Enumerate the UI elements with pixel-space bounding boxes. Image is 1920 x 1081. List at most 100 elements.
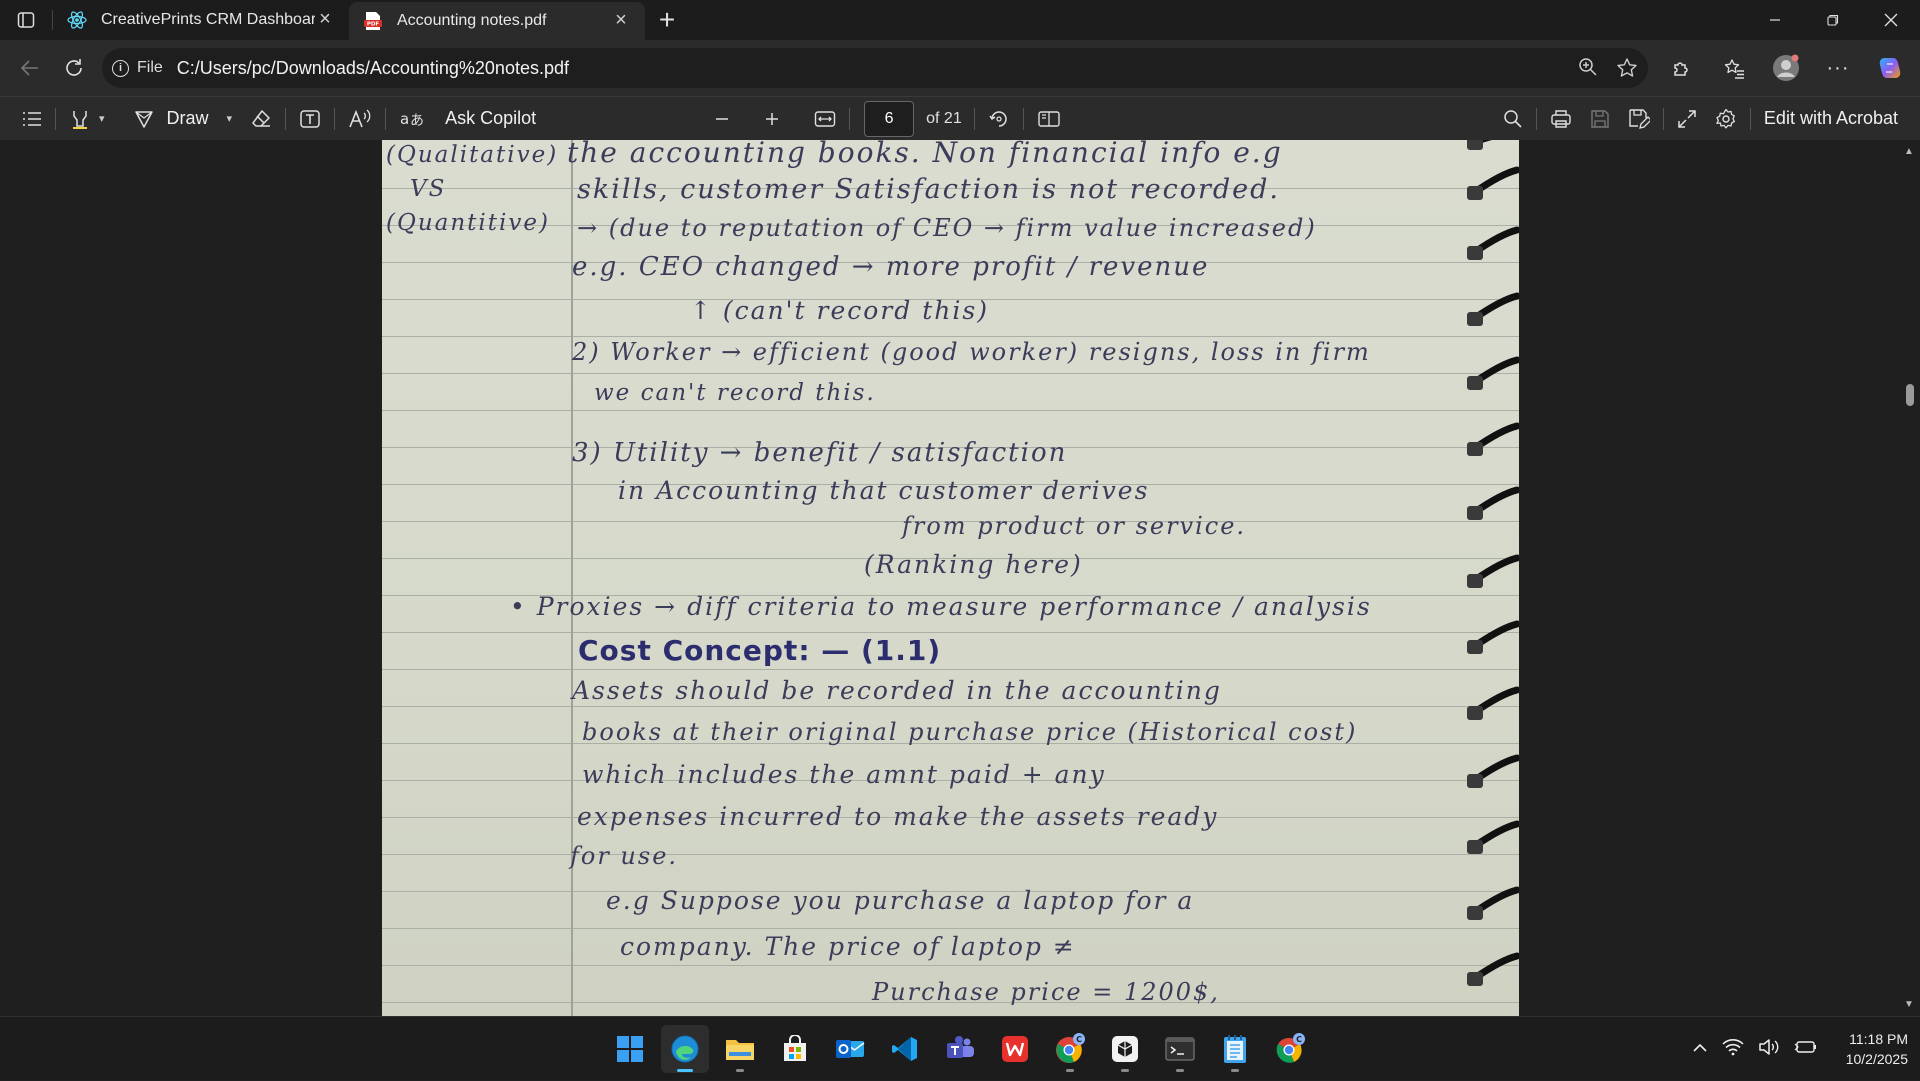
page-number-input[interactable]: 6 <box>864 100 915 137</box>
table-of-contents-icon <box>23 111 41 126</box>
taskbar-terminal[interactable] <box>1156 1025 1204 1073</box>
wifi-icon[interactable] <box>1722 1038 1744 1061</box>
url-text[interactable]: C:/Users/pc/Downloads/Accounting%20notes… <box>177 58 1578 79</box>
minimize-button[interactable] <box>1746 0 1804 40</box>
tab-title: CreativePrints CRM Dashboard <box>101 11 315 28</box>
read-aloud-button[interactable] <box>339 101 381 137</box>
translate-button[interactable]: aあ <box>390 101 432 137</box>
volume-icon[interactable] <box>1758 1038 1780 1061</box>
plus-icon: + <box>658 4 676 35</box>
note-line: 3) Utility → benefit / satisfaction <box>572 438 1068 468</box>
fit-width-icon <box>814 110 836 127</box>
zoom-icon[interactable] <box>1578 57 1598 77</box>
expand-icon <box>1678 109 1696 128</box>
ask-copilot-button[interactable]: Ask Copilot <box>436 101 545 137</box>
pdf-settings-button[interactable] <box>1706 101 1746 137</box>
browser-actions: ··· <box>1660 48 1912 88</box>
print-button[interactable] <box>1541 101 1581 137</box>
full-screen-button[interactable] <box>1668 101 1706 137</box>
zoom-out-button[interactable] <box>705 101 739 137</box>
taskbar-file-explorer[interactable] <box>716 1025 764 1073</box>
extensions-button[interactable] <box>1660 48 1704 88</box>
taskbar-wps[interactable] <box>991 1025 1039 1073</box>
separator <box>334 107 336 130</box>
chevron-down-icon[interactable]: ▾ <box>99 112 105 125</box>
fit-to-width-button[interactable] <box>805 101 845 137</box>
system-tray: 11:18 PM 10/2/2025 <box>1692 1017 1908 1081</box>
scroll-down-arrow-icon[interactable]: ▼ <box>1904 999 1914 1010</box>
scrollbar-thumb[interactable] <box>1906 384 1914 406</box>
pdf-toolbar: ▾ Draw ▾ aあ Ask Copilot 6 of 21 Edit wit… <box>0 96 1920 140</box>
running-indicator <box>1066 1069 1074 1072</box>
taskbar-outlook[interactable] <box>826 1025 874 1073</box>
wps-icon <box>1002 1036 1028 1062</box>
save-as-button[interactable] <box>1619 101 1659 137</box>
close-icon[interactable]: × <box>611 10 631 31</box>
edit-with-acrobat-button[interactable]: Edit with Acrobat <box>1755 101 1920 137</box>
battery-icon[interactable] <box>1794 1039 1818 1060</box>
taskbar: C C 11:18 PM 10/2/2025 <box>0 1016 1920 1080</box>
profile-button[interactable] <box>1764 48 1808 88</box>
tab-crm-dashboard[interactable]: CreativePrints CRM Dashboard × <box>53 0 349 40</box>
site-info-button[interactable]: i File <box>112 59 163 77</box>
address-bar-actions <box>1578 57 1638 79</box>
refresh-button[interactable] <box>52 48 96 88</box>
draw-button[interactable]: Draw ▾ <box>124 101 242 137</box>
tab-actions-button[interactable] <box>0 0 52 40</box>
close-icon[interactable]: × <box>315 9 335 30</box>
chevron-up-icon[interactable] <box>1692 1041 1708 1057</box>
running-indicator <box>1231 1069 1239 1072</box>
scroll-up-arrow-icon[interactable]: ▲ <box>1904 146 1914 157</box>
note-line: skills, customer Satisfaction is not rec… <box>577 174 1280 205</box>
back-button[interactable] <box>8 48 52 88</box>
note-line: company. The price of laptop ≠ <box>620 932 1076 961</box>
taskbar-app[interactable] <box>1101 1025 1149 1073</box>
note-line: from product or service. <box>902 512 1247 540</box>
taskbar-store[interactable] <box>771 1025 819 1073</box>
pdf-viewer[interactable]: (Qualitative) VS (Quantitive) the accoun… <box>0 140 1920 1016</box>
restore-button[interactable] <box>1804 0 1862 40</box>
draw-pen-icon <box>134 110 153 128</box>
zoom-in-button[interactable] <box>755 101 789 137</box>
edge-icon <box>671 1035 699 1063</box>
page-navigator: 6 of 21 <box>864 100 962 137</box>
note-line: ↑ (can't record this) <box>690 296 989 325</box>
taskbar-teams[interactable] <box>936 1025 984 1073</box>
close-window-button[interactable] <box>1862 0 1920 40</box>
save-button[interactable] <box>1581 101 1619 137</box>
add-text-button[interactable] <box>290 101 330 137</box>
clock[interactable]: 11:18 PM 10/2/2025 <box>1846 1029 1908 1069</box>
start-button[interactable] <box>606 1025 654 1073</box>
taskbar-chrome-profile[interactable]: C <box>1046 1025 1094 1073</box>
favorites-button[interactable] <box>1712 48 1756 88</box>
separator <box>385 107 387 130</box>
vertical-scrollbar[interactable]: ▲ ▼ <box>1900 140 1920 1016</box>
find-button[interactable] <box>1494 101 1532 137</box>
more-options-button[interactable]: ··· <box>1816 48 1860 88</box>
tab-accounting-notes[interactable]: PDF Accounting notes.pdf × <box>349 2 645 40</box>
terminal-icon <box>1165 1037 1195 1061</box>
chevron-down-icon[interactable]: ▾ <box>227 112 233 125</box>
new-tab-button[interactable]: + <box>645 0 689 40</box>
back-arrow-icon <box>20 60 38 76</box>
separator <box>285 107 287 130</box>
address-bar[interactable]: i File C:/Users/pc/Downloads/Accounting%… <box>102 48 1648 88</box>
page-view-button[interactable] <box>1028 101 1070 137</box>
rotate-button[interactable] <box>979 101 1019 137</box>
taskbar-chrome[interactable]: C <box>1266 1025 1314 1073</box>
taskbar-edge[interactable] <box>661 1025 709 1073</box>
scheme-label: File <box>137 59 163 76</box>
pdf-toolbar-right: Edit with Acrobat <box>1494 101 1920 137</box>
copilot-button[interactable] <box>1868 48 1912 88</box>
taskbar-vscode[interactable] <box>881 1025 929 1073</box>
favorite-star-icon[interactable] <box>1616 57 1638 79</box>
highlight-button[interactable]: ▾ <box>60 101 114 137</box>
svg-text:PDF: PDF <box>367 22 380 28</box>
note-line: the accounting books. Non financial info… <box>567 140 1283 169</box>
erase-button[interactable] <box>241 101 281 137</box>
note-line: • Proxies → diff criteria to measure per… <box>510 592 1372 621</box>
printer-icon <box>1551 109 1571 128</box>
taskbar-notepad[interactable] <box>1211 1025 1259 1073</box>
contents-button[interactable] <box>0 101 51 137</box>
note-line: Assets should be recorded in the account… <box>572 676 1222 705</box>
